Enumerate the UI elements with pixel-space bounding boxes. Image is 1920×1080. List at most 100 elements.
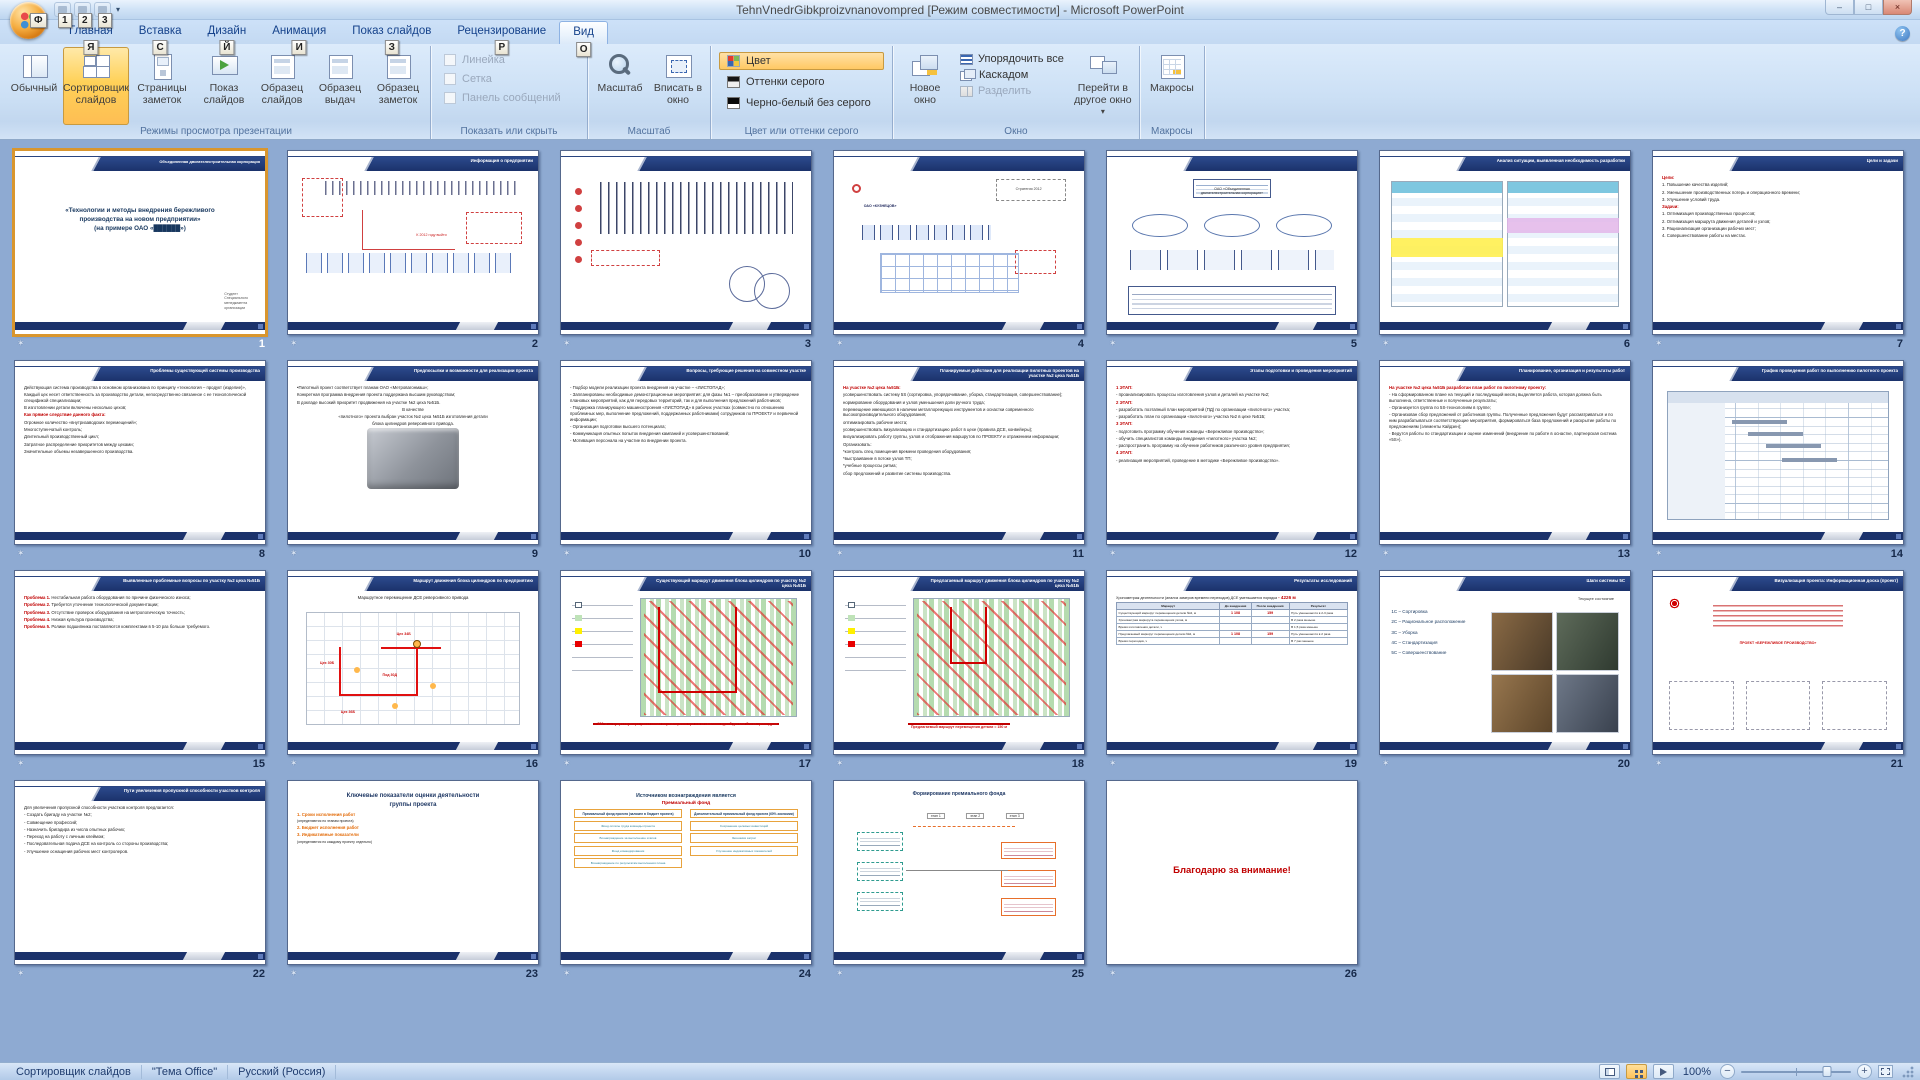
tab-review[interactable]: РецензированиеР [444, 20, 559, 44]
transition-icon[interactable]: ✶ [836, 548, 844, 559]
slide-1-thumbnail[interactable]: Объединенная двигателестроительная корпо… [14, 150, 266, 335]
zoom-slider[interactable] [1741, 1071, 1851, 1073]
normal-view-button[interactable]: Обычный [5, 47, 63, 125]
transition-icon[interactable]: ✶ [17, 338, 25, 349]
slide-sorter-button[interactable]: Сортировщик слайдов [63, 47, 129, 125]
status-normal-view-button[interactable] [1599, 1064, 1620, 1079]
transition-icon[interactable]: ✶ [836, 758, 844, 769]
status-view-label[interactable]: Сортировщик слайдов [6, 1065, 142, 1079]
zoom-button[interactable]: Масштаб [591, 47, 649, 125]
zoom-out-button[interactable]: − [1720, 1064, 1735, 1079]
slide-3-thumbnail[interactable] [560, 150, 812, 335]
slide-26-thumbnail[interactable]: Благодарю за внимание! [1106, 780, 1358, 965]
transition-icon[interactable]: ✶ [17, 968, 25, 979]
slide-19-thumbnail[interactable]: Результаты исследованийХронометраж деяте… [1106, 570, 1358, 755]
slide-body: Ключевые показатели оценки деятельностиг… [297, 791, 529, 949]
zoom-level[interactable]: 100% [1680, 1066, 1714, 1078]
notes-page-button[interactable]: Страницы заметок [129, 47, 195, 125]
transition-icon[interactable]: ✶ [1382, 758, 1390, 769]
slide-21-thumbnail[interactable]: Визуализация проекта: Информационная дос… [1652, 570, 1904, 755]
transition-icon[interactable]: ✶ [836, 338, 844, 349]
slide-13-thumbnail[interactable]: Планирование, организация и результаты р… [1379, 360, 1631, 545]
resize-grip[interactable] [1901, 1065, 1914, 1078]
transition-icon[interactable]: ✶ [1382, 548, 1390, 559]
ruler-checkbox[interactable]: Линейка [444, 54, 574, 66]
arrange-all-button[interactable]: Упорядочить все [960, 53, 1064, 65]
transition-icon[interactable]: ✶ [1655, 548, 1663, 559]
slide-6-thumbnail[interactable]: Анализ ситуации, выявленная необходимост… [1379, 150, 1631, 335]
slide-15-thumbnail[interactable]: Выявленные проблемные вопросы по участку… [14, 570, 266, 755]
transition-icon[interactable]: ✶ [17, 548, 25, 559]
handout-master-button[interactable]: Образец выдач [311, 47, 369, 125]
transition-icon[interactable]: ✶ [290, 758, 298, 769]
new-window-button[interactable]: Новое окно [896, 47, 954, 125]
fit-slide-to-window-button[interactable] [1878, 1065, 1893, 1078]
status-language[interactable]: Русский (Россия) [228, 1065, 336, 1079]
maximize-button[interactable]: □ [1854, 0, 1883, 15]
transition-icon[interactable]: ✶ [290, 548, 298, 559]
fit-to-window-button[interactable]: Вписать в окно [649, 47, 707, 125]
cascade-button[interactable]: Каскадом [960, 69, 1064, 81]
minimize-button[interactable]: – [1825, 0, 1854, 15]
notes-master-button[interactable]: Образец заметок [369, 47, 427, 125]
transition-icon[interactable]: ✶ [290, 968, 298, 979]
transition-icon[interactable]: ✶ [563, 338, 571, 349]
zoom-in-button[interactable]: + [1857, 1064, 1872, 1079]
slide-22-thumbnail[interactable]: Пути увеличения пропускной способности у… [14, 780, 266, 965]
tab-design[interactable]: ДизайнЙ [195, 20, 260, 44]
color-button[interactable]: Цвет [719, 52, 884, 70]
black-white-button[interactable]: Черно-белый без серого [719, 94, 884, 112]
slide-10-thumbnail[interactable]: Вопросы, требующие решения на совместном… [560, 360, 812, 545]
slide-5-thumbnail[interactable]: ОАО «Объединенная двигателестроительная … [1106, 150, 1358, 335]
slide-8-thumbnail[interactable]: Проблемы существующей системы производст… [14, 360, 266, 545]
tab-animation[interactable]: АнимацияИ [259, 20, 339, 44]
transition-icon[interactable]: ✶ [1109, 968, 1117, 979]
slide-24-thumbnail[interactable]: Источником вознаграждения являетсяПремиа… [560, 780, 812, 965]
transition-icon[interactable]: ✶ [1655, 338, 1663, 349]
slide-master-button[interactable]: Образец слайдов [253, 47, 311, 125]
slide-show-button[interactable]: Показ слайдов [195, 47, 253, 125]
slide-title-band: Предпосылки и возможности для реализации… [288, 367, 538, 381]
status-slideshow-button[interactable] [1653, 1064, 1674, 1079]
slide-2-thumbnail[interactable]: Информация о предприятииК 2012 году выйт… [287, 150, 539, 335]
slide-text-line: 3. Рационализация организации рабочих ме… [1662, 226, 1894, 232]
transition-icon[interactable]: ✶ [1109, 548, 1117, 559]
slide-12-thumbnail[interactable]: Этапы подготовки и проведения мероприяти… [1106, 360, 1358, 545]
transition-icon[interactable]: ✶ [1109, 758, 1117, 769]
status-sorter-view-button[interactable] [1626, 1064, 1647, 1079]
transition-icon[interactable]: ✶ [1109, 338, 1117, 349]
slide-17-thumbnail[interactable]: Существующий маршрут движения блока цили… [560, 570, 812, 755]
slide-18-thumbnail[interactable]: Предлагаемый маршрут движения блока цили… [833, 570, 1085, 755]
slide-23-thumbnail[interactable]: Ключевые показатели оценки деятельностиг… [287, 780, 539, 965]
transition-icon[interactable]: ✶ [563, 968, 571, 979]
qat-dropdown-icon[interactable]: ▾ [116, 5, 120, 14]
transition-icon[interactable]: ✶ [290, 338, 298, 349]
status-theme[interactable]: "Тема Office" [142, 1065, 228, 1079]
close-button[interactable]: × [1883, 0, 1912, 15]
grayscale-button[interactable]: Оттенки серого [719, 73, 884, 91]
transition-icon[interactable]: ✶ [563, 548, 571, 559]
message-bar-checkbox[interactable]: Панель сообщений [444, 92, 574, 104]
tab-slideshow[interactable]: Показ слайдовЗ [339, 20, 444, 44]
help-button[interactable]: ? [1895, 26, 1910, 41]
transition-icon[interactable]: ✶ [1382, 338, 1390, 349]
slide-11-thumbnail[interactable]: Планируемые действия для реализации пило… [833, 360, 1085, 545]
slide-4-thumbnail[interactable]: ОАО «КУЗНЕЦОВ»Стратегия 2012 [833, 150, 1085, 335]
tab-view[interactable]: ВидО [559, 21, 608, 44]
tab-insert[interactable]: ВставкаС [126, 20, 195, 44]
slide-25-thumbnail[interactable]: Формирование премиального фондаэтап 1эта… [833, 780, 1085, 965]
transition-icon[interactable]: ✶ [836, 968, 844, 979]
slide-20-thumbnail[interactable]: Шаги системы 5СТекущее состояние1С – Сор… [1379, 570, 1631, 755]
gridlines-checkbox[interactable]: Сетка [444, 73, 574, 85]
macros-button[interactable]: Макросы [1143, 47, 1201, 125]
slide-16-thumbnail[interactable]: Маршрут движения блока цилиндров по пред… [287, 570, 539, 755]
transition-icon[interactable]: ✶ [563, 758, 571, 769]
zoom-slider-thumb[interactable] [1822, 1066, 1831, 1077]
switch-window-button[interactable]: Перейти в другое окно ▾ [1070, 47, 1136, 125]
slide-14-thumbnail[interactable]: График проведения работ по выполнению пи… [1652, 360, 1904, 545]
transition-icon[interactable]: ✶ [17, 758, 25, 769]
slide-7-thumbnail[interactable]: Цели и задачиЦели:1. Повышение качества … [1652, 150, 1904, 335]
transition-icon[interactable]: ✶ [1655, 758, 1663, 769]
slide-meta: ✶10 [560, 545, 814, 562]
slide-9-thumbnail[interactable]: Предпосылки и возможности для реализации… [287, 360, 539, 545]
